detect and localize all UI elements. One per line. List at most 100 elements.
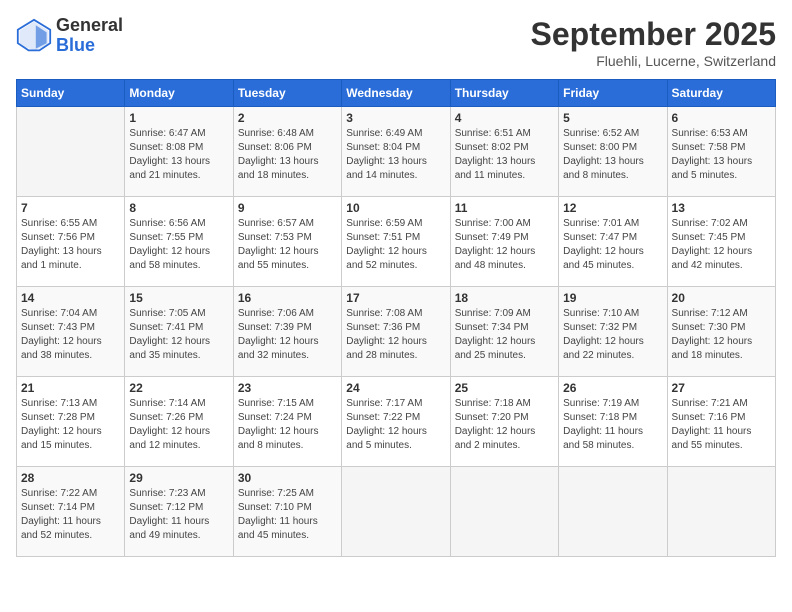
day-number: 9 — [238, 201, 337, 215]
header-day: Saturday — [667, 80, 775, 107]
day-number: 4 — [455, 111, 554, 125]
calendar-cell: 5 Sunrise: 6:52 AM Sunset: 8:00 PM Daylig… — [559, 107, 667, 197]
calendar-cell: 8Sunrise: 6:56 AM Sunset: 7:55 PM Daylig… — [125, 197, 233, 287]
day-number: 17 — [346, 291, 445, 305]
day-info: Sunrise: 7:18 AM Sunset: 7:20 PM Dayligh… — [455, 397, 554, 453]
logo: General Blue — [16, 16, 123, 56]
day-number: 20 — [672, 291, 771, 305]
day-info: Sunrise: 7:14 AM Sunset: 7:26 PM Dayligh… — [129, 397, 228, 453]
calendar-header: SundayMondayTuesdayWednesdayThursdayFrid… — [17, 80, 776, 107]
day-number: 22 — [129, 381, 228, 395]
logo-icon — [16, 18, 52, 54]
day-info: Sunrise: 7:22 AM Sunset: 7:14 PM Dayligh… — [21, 487, 120, 543]
calendar-cell: 29Sunrise: 7:23 AM Sunset: 7:12 PM Dayli… — [125, 467, 233, 557]
calendar-cell: 12 Sunrise: 7:01 AM Sunset: 7:47 PM Dayli… — [559, 197, 667, 287]
calendar-cell: 28 Sunrise: 7:22 AM Sunset: 7:14 PM Dayli… — [17, 467, 125, 557]
calendar-cell: 4 Sunrise: 6:51 AM Sunset: 8:02 PM Daylig… — [450, 107, 558, 197]
day-info: Sunrise: 7:09 AM Sunset: 7:34 PM Dayligh… — [455, 307, 554, 363]
logo-general: General — [56, 16, 123, 36]
day-number: 23 — [238, 381, 337, 395]
day-info: Sunrise: 7:13 AM Sunset: 7:28 PM Dayligh… — [21, 397, 120, 453]
calendar-cell — [342, 467, 450, 557]
calendar-cell: 17 Sunrise: 7:08 AM Sunset: 7:36 PM Dayli… — [342, 287, 450, 377]
header-day: Tuesday — [233, 80, 341, 107]
day-number: 6 — [672, 111, 771, 125]
day-info: Sunrise: 7:08 AM Sunset: 7:36 PM Dayligh… — [346, 307, 445, 363]
day-number: 1 — [129, 111, 228, 125]
day-info: Sunrise: 6:56 AM Sunset: 7:55 PM Dayligh… — [129, 217, 228, 273]
day-info: Sunrise: 6:55 AM Sunset: 7:56 PM Dayligh… — [21, 217, 120, 273]
header-day: Monday — [125, 80, 233, 107]
day-info: Sunrise: 7:04 AM Sunset: 7:43 PM Dayligh… — [21, 307, 120, 363]
day-number: 7 — [21, 201, 120, 215]
calendar-cell: 24Sunrise: 7:17 AM Sunset: 7:22 PM Dayli… — [342, 377, 450, 467]
calendar-cell: 18 Sunrise: 7:09 AM Sunset: 7:34 PM Dayli… — [450, 287, 558, 377]
calendar-cell: 15Sunrise: 7:05 AM Sunset: 7:41 PM Dayli… — [125, 287, 233, 377]
day-number: 14 — [21, 291, 120, 305]
calendar-table: SundayMondayTuesdayWednesdayThursdayFrid… — [16, 79, 776, 557]
day-info: Sunrise: 7:10 AM Sunset: 7:32 PM Dayligh… — [563, 307, 662, 363]
day-number: 10 — [346, 201, 445, 215]
header-day: Friday — [559, 80, 667, 107]
calendar-cell: 9 Sunrise: 6:57 AM Sunset: 7:53 PM Daylig… — [233, 197, 341, 287]
calendar-week: 28 Sunrise: 7:22 AM Sunset: 7:14 PM Dayli… — [17, 467, 776, 557]
day-info: Sunrise: 7:06 AM Sunset: 7:39 PM Dayligh… — [238, 307, 337, 363]
calendar-cell: 22 Sunrise: 7:14 AM Sunset: 7:26 PM Dayli… — [125, 377, 233, 467]
calendar-cell: 6 Sunrise: 6:53 AM Sunset: 7:58 PM Daylig… — [667, 107, 775, 197]
day-info: Sunrise: 7:12 AM Sunset: 7:30 PM Dayligh… — [672, 307, 771, 363]
day-number: 27 — [672, 381, 771, 395]
header-row: SundayMondayTuesdayWednesdayThursdayFrid… — [17, 80, 776, 107]
day-number: 11 — [455, 201, 554, 215]
calendar-cell — [667, 467, 775, 557]
calendar-week: 14 Sunrise: 7:04 AM Sunset: 7:43 PM Dayli… — [17, 287, 776, 377]
calendar-cell: 23 Sunrise: 7:15 AM Sunset: 7:24 PM Dayli… — [233, 377, 341, 467]
day-info: Sunrise: 6:48 AM Sunset: 8:06 PM Dayligh… — [238, 127, 337, 183]
day-number: 12 — [563, 201, 662, 215]
day-number: 19 — [563, 291, 662, 305]
calendar-cell: 3Sunrise: 6:49 AM Sunset: 8:04 PM Daylig… — [342, 107, 450, 197]
calendar-body: 1 Sunrise: 6:47 AM Sunset: 8:08 PM Daylig… — [17, 107, 776, 557]
day-info: Sunrise: 6:51 AM Sunset: 8:02 PM Dayligh… — [455, 127, 554, 183]
day-info: Sunrise: 6:52 AM Sunset: 8:00 PM Dayligh… — [563, 127, 662, 183]
month-title: September 2025 — [531, 16, 776, 53]
day-number: 21 — [21, 381, 120, 395]
calendar-cell: 27Sunrise: 7:21 AM Sunset: 7:16 PM Dayli… — [667, 377, 775, 467]
calendar-cell: 20 Sunrise: 7:12 AM Sunset: 7:30 PM Dayli… — [667, 287, 775, 377]
calendar-cell: 14 Sunrise: 7:04 AM Sunset: 7:43 PM Dayli… — [17, 287, 125, 377]
day-number: 29 — [129, 471, 228, 485]
calendar-week: 1 Sunrise: 6:47 AM Sunset: 8:08 PM Daylig… — [17, 107, 776, 197]
day-number: 16 — [238, 291, 337, 305]
header-day: Wednesday — [342, 80, 450, 107]
calendar-cell: 30Sunrise: 7:25 AM Sunset: 7:10 PM Dayli… — [233, 467, 341, 557]
day-number: 30 — [238, 471, 337, 485]
day-number: 25 — [455, 381, 554, 395]
day-number: 2 — [238, 111, 337, 125]
location: Fluehli, Lucerne, Switzerland — [531, 53, 776, 69]
calendar-week: 21 Sunrise: 7:13 AM Sunset: 7:28 PM Dayli… — [17, 377, 776, 467]
calendar-cell: 19 Sunrise: 7:10 AM Sunset: 7:32 PM Dayli… — [559, 287, 667, 377]
page-header: General Blue September 2025 Fluehli, Luc… — [16, 16, 776, 69]
calendar-cell: 26Sunrise: 7:19 AM Sunset: 7:18 PM Dayli… — [559, 377, 667, 467]
day-info: Sunrise: 7:00 AM Sunset: 7:49 PM Dayligh… — [455, 217, 554, 273]
title-block: September 2025 Fluehli, Lucerne, Switzer… — [531, 16, 776, 69]
day-number: 18 — [455, 291, 554, 305]
calendar-cell: 21 Sunrise: 7:13 AM Sunset: 7:28 PM Dayli… — [17, 377, 125, 467]
day-info: Sunrise: 6:53 AM Sunset: 7:58 PM Dayligh… — [672, 127, 771, 183]
day-number: 13 — [672, 201, 771, 215]
day-number: 3 — [346, 111, 445, 125]
calendar-cell: 16 Sunrise: 7:06 AM Sunset: 7:39 PM Dayli… — [233, 287, 341, 377]
day-number: 26 — [563, 381, 662, 395]
day-info: Sunrise: 6:59 AM Sunset: 7:51 PM Dayligh… — [346, 217, 445, 273]
day-info: Sunrise: 7:01 AM Sunset: 7:47 PM Dayligh… — [563, 217, 662, 273]
day-info: Sunrise: 6:47 AM Sunset: 8:08 PM Dayligh… — [129, 127, 228, 183]
day-number: 5 — [563, 111, 662, 125]
day-info: Sunrise: 6:57 AM Sunset: 7:53 PM Dayligh… — [238, 217, 337, 273]
day-number: 28 — [21, 471, 120, 485]
calendar-cell: 1 Sunrise: 6:47 AM Sunset: 8:08 PM Daylig… — [125, 107, 233, 197]
day-info: Sunrise: 7:17 AM Sunset: 7:22 PM Dayligh… — [346, 397, 445, 453]
day-info: Sunrise: 7:15 AM Sunset: 7:24 PM Dayligh… — [238, 397, 337, 453]
logo-text: General Blue — [56, 16, 123, 56]
calendar-cell: 7 Sunrise: 6:55 AM Sunset: 7:56 PM Daylig… — [17, 197, 125, 287]
header-day: Thursday — [450, 80, 558, 107]
calendar-cell: 25 Sunrise: 7:18 AM Sunset: 7:20 PM Dayli… — [450, 377, 558, 467]
